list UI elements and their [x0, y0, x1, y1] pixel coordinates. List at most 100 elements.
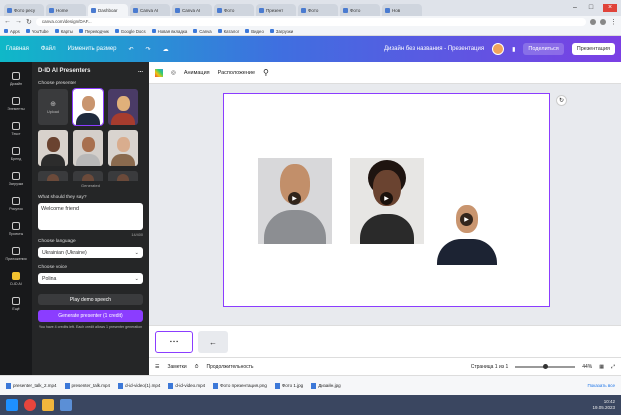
download-item[interactable]: d-id-video(1).mp4	[118, 382, 160, 389]
url-field[interactable]: canva.com/design/DAF...	[35, 17, 586, 26]
presenter-tile[interactable]	[38, 130, 68, 166]
page-thumbnail[interactable]: ▪ ▪ ▪	[155, 331, 193, 353]
browser-tab-active[interactable]: Dashboar	[88, 4, 128, 16]
page-indicator[interactable]: Страница 1 из 1	[471, 364, 508, 370]
bookmark[interactable]: Загрузки	[269, 29, 293, 34]
home-link[interactable]: Главная	[6, 46, 29, 52]
extension-icon[interactable]	[590, 18, 596, 25]
voice-select[interactable]: Polina ⌄	[38, 273, 143, 284]
browser-tab[interactable]: Canva AI	[172, 4, 212, 16]
paint-icon[interactable]: ⚲	[263, 68, 269, 77]
browser-tab[interactable]: Home	[46, 4, 86, 16]
present-button[interactable]: Презентация	[571, 43, 615, 55]
show-all-downloads[interactable]: Показать все	[588, 383, 621, 388]
design-page[interactable]: ▶ ▶ ▶	[223, 93, 550, 307]
upload-tile[interactable]: ⊕ Upload	[38, 89, 68, 125]
undo-icon[interactable]: ↶	[129, 46, 134, 53]
zoom-value[interactable]: 44%	[582, 364, 592, 370]
rail-item-apps[interactable]: Приложения	[5, 247, 27, 261]
profile-icon[interactable]	[600, 18, 606, 25]
play-icon[interactable]: ▶	[288, 192, 301, 205]
browser-tab[interactable]: Фото	[298, 4, 338, 16]
redo-icon[interactable]: ↷	[146, 46, 151, 53]
rail-item-draw[interactable]: Рисунок	[9, 197, 23, 211]
bookmark[interactable]: Apps	[4, 29, 20, 34]
presenter-tile[interactable]	[38, 171, 68, 181]
browser-tab[interactable]: Canva AI	[130, 4, 170, 16]
presenter-tile[interactable]	[108, 89, 138, 125]
app-icon[interactable]	[60, 399, 72, 411]
notes-button[interactable]: Заметки	[167, 364, 186, 370]
browser-tab[interactable]: Фото ресу	[4, 4, 44, 16]
back-icon[interactable]: ←	[4, 18, 11, 25]
position-button[interactable]: Расположение	[218, 70, 255, 76]
start-icon[interactable]	[6, 399, 18, 411]
design-title[interactable]: Дизайн без названия - Презентация	[384, 46, 484, 52]
color-swatch-icon[interactable]	[155, 68, 163, 77]
bookmark[interactable]: Карты	[54, 29, 73, 34]
bookmark[interactable]: Каталог	[217, 29, 239, 34]
download-item[interactable]: Дизайн.jpg	[311, 382, 341, 389]
forward-icon[interactable]: →	[15, 18, 22, 25]
bookmark[interactable]: Google Docs	[114, 29, 146, 34]
share-button[interactable]: Поделиться	[523, 43, 564, 55]
rail-item-brand[interactable]: Бренд	[11, 147, 21, 161]
presenter-video[interactable]: ▶	[350, 158, 424, 244]
bookmark[interactable]: Новая вкладка	[151, 29, 187, 34]
presenter-tile[interactable]	[108, 130, 138, 166]
download-item[interactable]: d-id-video.mp4	[168, 382, 205, 389]
bookmark[interactable]: Переводчик	[78, 29, 109, 34]
rail-item-elements[interactable]: Элементы	[7, 97, 25, 111]
language-select[interactable]: Ukrainian (Ukraine) ⌄	[38, 247, 143, 258]
browser-tab[interactable]: Фото	[214, 4, 254, 16]
play-icon[interactable]: ▶	[380, 192, 393, 205]
rail-item-projects[interactable]: Проекты	[9, 222, 23, 236]
presenter-tile[interactable]	[72, 88, 104, 126]
file-menu[interactable]: Файл	[41, 46, 56, 52]
folder-icon[interactable]	[42, 399, 54, 411]
analytics-icon[interactable]: ▮	[512, 46, 515, 53]
panel-menu-icon[interactable]: ...	[138, 68, 143, 74]
presenter-tile[interactable]	[73, 171, 103, 181]
rotate-page-icon[interactable]: ↻	[556, 95, 567, 106]
browser-tab[interactable]: Презент	[256, 4, 296, 16]
bookmark[interactable]: YouTube	[25, 29, 49, 34]
speech-text-input[interactable]	[38, 203, 143, 230]
grid-view-icon[interactable]: ▦	[599, 364, 604, 370]
animate-icon[interactable]: ◎	[171, 70, 176, 76]
minimize-icon[interactable]: –	[571, 4, 579, 12]
chrome-icon[interactable]	[24, 399, 36, 411]
rail-item-did[interactable]: D-ID AI	[10, 272, 22, 286]
avatar[interactable]	[492, 43, 505, 55]
presenter-video[interactable]: ▶	[258, 158, 332, 244]
download-item[interactable]: presenter_talk_2.mp4	[6, 382, 57, 389]
duration-button[interactable]: Продолжительность	[207, 364, 254, 370]
browser-tab[interactable]: Фото	[340, 4, 380, 16]
generate-presenter-button[interactable]: Generate presenter (1 credit)	[38, 310, 143, 322]
resize-menu[interactable]: Изменить размер	[68, 46, 117, 52]
download-item[interactable]: Фото 1.jpg	[274, 382, 303, 389]
menu-dots-icon[interactable]: ⋮	[610, 18, 617, 26]
download-item[interactable]: Фото презентация.png	[213, 382, 267, 389]
play-demo-button[interactable]: Play demo speech	[38, 294, 143, 305]
download-item[interactable]: presenter_talk.mp4	[64, 382, 110, 389]
rail-item-uploads[interactable]: Загрузки	[9, 172, 23, 186]
rail-item-design[interactable]: Дизайн	[10, 72, 22, 86]
bookmark[interactable]: Видео	[245, 29, 264, 34]
system-tray[interactable]: 10:42 19.05.2023	[592, 399, 621, 411]
zoom-slider[interactable]	[515, 363, 576, 369]
browser-tab[interactable]: Нов	[382, 4, 422, 16]
animate-button[interactable]: Анимация	[184, 70, 210, 76]
bookmark[interactable]: Canva	[193, 29, 212, 34]
play-icon[interactable]: ▶	[460, 213, 473, 226]
add-page-button[interactable]: ←	[198, 331, 228, 353]
presenter-video[interactable]: ▶	[435, 201, 499, 265]
presenter-tile[interactable]	[73, 130, 103, 166]
fullscreen-icon[interactable]: ⤢	[611, 364, 615, 370]
reload-icon[interactable]: ↻	[26, 18, 32, 26]
maximize-icon[interactable]: □	[587, 4, 595, 12]
rail-item-text[interactable]: Текст	[11, 122, 21, 136]
close-icon[interactable]: ×	[603, 4, 617, 12]
presenter-tile[interactable]	[108, 171, 138, 181]
rail-item-more[interactable]: Ещё	[12, 297, 20, 311]
